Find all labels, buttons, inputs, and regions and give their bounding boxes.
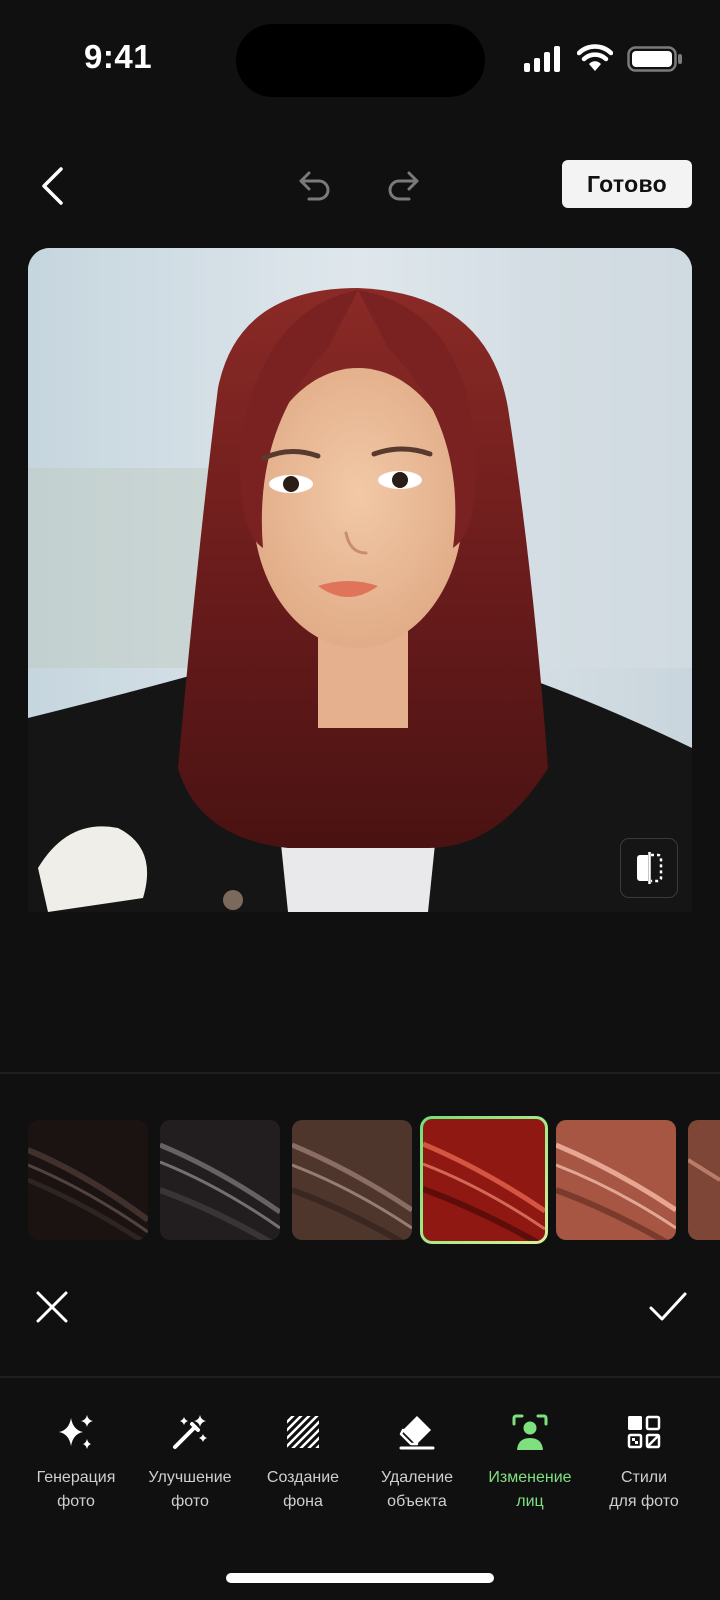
confirm-button[interactable]: [648, 1289, 688, 1325]
tool-photo-styles[interactable]: Стили для фото: [588, 1412, 700, 1514]
home-indicator: [226, 1573, 494, 1583]
tool-label: Стили для фото: [609, 1469, 679, 1510]
background-stripes-icon: [287, 1416, 319, 1448]
magic-wand-icon: [173, 1415, 207, 1449]
sparkles-icon: [59, 1415, 93, 1449]
cancel-button[interactable]: [34, 1289, 70, 1325]
wifi-icon: [577, 44, 613, 71]
face-scan-icon: [512, 1414, 548, 1450]
tool-label: Генерация фото: [36, 1469, 116, 1510]
battery-icon: [627, 46, 682, 72]
tool-photo-enhance[interactable]: Улучшение фото: [134, 1412, 246, 1514]
auburn-swatch[interactable]: [688, 1120, 720, 1240]
dark-brown-swatch[interactable]: [28, 1120, 148, 1240]
eraser-icon: [399, 1416, 435, 1450]
status-time: 9:41: [84, 38, 153, 75]
compare-before-after-button[interactable]: [620, 838, 678, 898]
tool-label: Изменение лиц: [488, 1469, 572, 1510]
dynamic-island: [236, 24, 485, 97]
tool-face-change[interactable]: Изменение лиц: [474, 1412, 586, 1514]
compare-split-icon: [637, 852, 663, 884]
tool-photo-generation[interactable]: Генерация фото: [20, 1412, 132, 1514]
tool-label: Улучшение фото: [148, 1469, 232, 1510]
undo-icon: [299, 171, 330, 201]
copper-swatch[interactable]: [556, 1120, 676, 1240]
undo-button[interactable]: [293, 163, 337, 207]
tool-background-creation[interactable]: Создание фона: [247, 1412, 359, 1514]
cherry-red-swatch[interactable]: [420, 1116, 548, 1244]
tool-object-removal[interactable]: Удаление объекта: [361, 1412, 473, 1514]
back-button[interactable]: [28, 158, 76, 214]
redo-button[interactable]: [381, 163, 425, 207]
done-button[interactable]: Готово: [562, 160, 692, 208]
ash-black-swatch[interactable]: [160, 1120, 280, 1240]
redo-icon: [388, 171, 419, 201]
tool-label: Создание фона: [266, 1469, 340, 1510]
chocolate-brown-swatch[interactable]: [292, 1120, 412, 1240]
chevron-left-icon: [42, 167, 63, 205]
divider: [0, 1072, 720, 1074]
cellular-signal-icon: [524, 46, 560, 72]
edited-photo: [28, 248, 692, 912]
tool-label: Удаление объекта: [380, 1469, 454, 1510]
styles-grid-icon: [627, 1415, 661, 1449]
divider: [0, 1376, 720, 1378]
